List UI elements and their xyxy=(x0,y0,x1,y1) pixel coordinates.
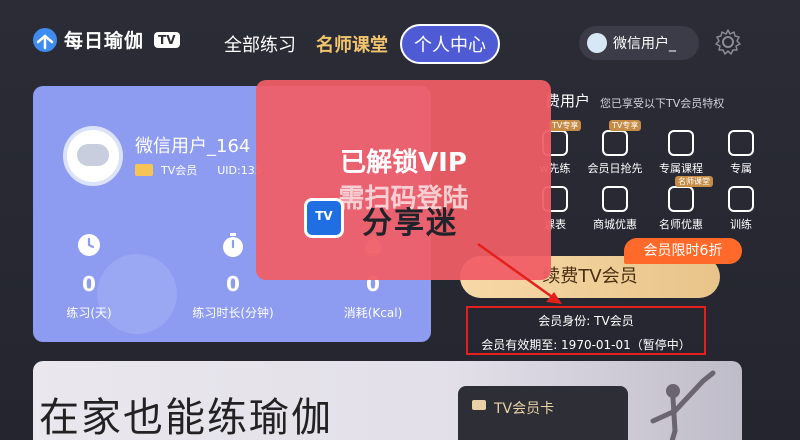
stat-label: 练习时长(分钟) xyxy=(192,306,274,320)
stat-label: 练习(天) xyxy=(66,306,112,320)
tab-all-practice[interactable]: 全部练习 xyxy=(214,25,306,63)
promo-badge: 会员限时6折 xyxy=(624,238,742,264)
avatar xyxy=(63,126,123,186)
perk-item[interactable]: 训练 xyxy=(711,186,771,232)
perk-icon xyxy=(602,130,628,156)
perk-label: 训练 xyxy=(730,218,752,231)
member-tag: TV会员 xyxy=(161,164,198,177)
card-chip-icon xyxy=(472,400,486,410)
stopwatch-icon xyxy=(223,233,243,257)
tv-logo-icon: TV xyxy=(304,198,344,238)
tv-badge: TV xyxy=(154,31,180,48)
avatar-face xyxy=(77,144,109,166)
perk-label: 名师优惠 xyxy=(659,218,703,231)
app-name: 每日瑜伽 xyxy=(64,30,145,52)
app-logo: 每日瑜伽 TV xyxy=(32,26,180,53)
overlay-brand: 分享迷 xyxy=(362,206,458,241)
yoga-dancer-illustration xyxy=(650,370,716,440)
membership-identity: 会员身份: TV会员 xyxy=(538,314,634,328)
perk-icon xyxy=(728,130,754,156)
shop-icon xyxy=(602,186,628,212)
membership-status-box: 会员身份: TV会员 会员有效期至: 1970-01-01（暂停中） xyxy=(466,306,706,355)
book-icon xyxy=(668,130,694,156)
teacher-icon xyxy=(668,186,694,212)
membership-subtitle: 您已享受以下TV会员特权 xyxy=(600,97,725,110)
crown-icon xyxy=(135,164,153,176)
overlay-line-1: 已解锁VIP xyxy=(340,148,467,178)
perk-item[interactable]: 名师课堂 名师优惠 xyxy=(651,176,713,232)
card-label: TV会员卡 xyxy=(494,401,555,417)
perk-item[interactable]: TV专享 会员日抢先 xyxy=(585,120,645,176)
promo-banner[interactable]: 在家也能练瑜伽 TV会员卡 xyxy=(33,361,742,440)
stat-practice-days: 0 练习(天) xyxy=(65,232,113,321)
member-badge-row: TV会员 UID:135 xyxy=(135,162,262,178)
user-name: 微信用户_164 xyxy=(135,136,251,157)
perk-label: 专属课程 xyxy=(659,162,703,175)
unlock-overlay: 已解锁VIP 需扫码登陆 TV 分享迷 xyxy=(256,80,551,280)
perk-item[interactable]: 专属 xyxy=(711,130,771,176)
main-nav: 全部练习 名师课堂 个人中心 xyxy=(214,24,500,64)
banner-headline: 在家也能练瑜伽 xyxy=(39,395,333,440)
clock-icon xyxy=(78,234,100,256)
stat-label: 消耗(Kcal) xyxy=(343,306,403,320)
membership-expiry: 会员有效期至: 1970-01-01（暂停中） xyxy=(481,338,691,352)
stat-value: 0 xyxy=(82,272,96,296)
perk-tag: 名师课堂 xyxy=(675,176,713,187)
tab-master-class[interactable]: 名师课堂 xyxy=(306,25,398,63)
user-pill-name: 微信用户_ xyxy=(613,36,676,52)
perk-item[interactable]: 专属课程 xyxy=(651,130,711,176)
tab-personal-center[interactable]: 个人中心 xyxy=(400,24,500,64)
user-account-button[interactable]: 微信用户_ xyxy=(579,26,699,60)
perk-label: 专属 xyxy=(730,162,752,175)
avatar xyxy=(587,33,607,53)
membership-title: 费用户 xyxy=(545,92,591,110)
perk-label: 会员日抢先 xyxy=(587,162,643,175)
gear-icon[interactable] xyxy=(714,28,742,56)
tv-member-card: TV会员卡 xyxy=(458,386,628,440)
perk-icon xyxy=(728,186,754,212)
yoga-logo-icon xyxy=(33,27,57,52)
perk-tag: TV专享 xyxy=(549,120,582,131)
overlay-logo-text: TV xyxy=(315,209,333,223)
perk-item[interactable]: 商城优惠 xyxy=(585,186,645,232)
perk-label: 商城优惠 xyxy=(593,218,637,231)
perk-tag: TV专享 xyxy=(609,120,642,131)
